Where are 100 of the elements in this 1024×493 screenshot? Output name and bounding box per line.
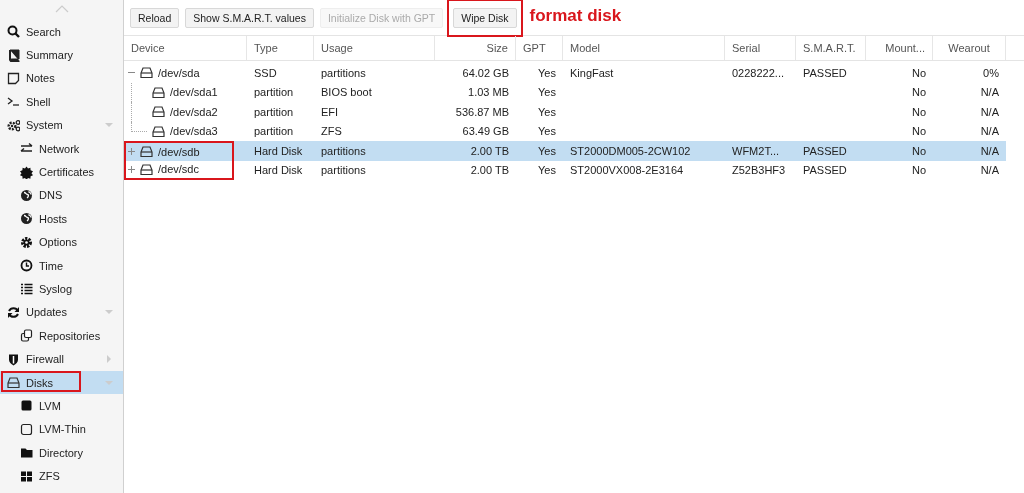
column-header[interactable]: Size <box>435 36 516 60</box>
table-cell-text: No <box>910 105 927 118</box>
nav-item[interactable]: Directory <box>0 441 123 465</box>
folder-icon <box>20 446 33 460</box>
terminal-icon <box>7 95 20 109</box>
nav-item[interactable]: LVM <box>0 394 123 418</box>
nav-item[interactable]: Summary <box>0 43 123 67</box>
table-cell-text: N/A <box>979 105 1000 118</box>
table-row[interactable]: /dev/sda SSD partitions 64.02 GB Yes KingFast 0228222... PASSED No 0% <box>124 63 1006 83</box>
table-cell-text: No <box>910 86 927 99</box>
table-cell-text: partition <box>253 125 295 138</box>
nav-item[interactable]: Hosts <box>0 207 123 231</box>
table-cell-text: ST2000DM005-2CW102 <box>569 144 692 157</box>
square-icon <box>20 399 33 413</box>
nav-item[interactable]: Firewall <box>0 347 123 371</box>
column-header[interactable]: GPT <box>516 36 563 60</box>
table-cell-text: partition <box>253 86 295 99</box>
table-cell-text: partitions <box>320 144 367 157</box>
nav-item[interactable]: Disks <box>0 370 123 395</box>
column-header[interactable]: Serial <box>725 36 796 60</box>
note-icon <box>7 71 20 85</box>
table-cell-text: Hard Disk <box>253 144 304 157</box>
drive-icon <box>7 376 20 390</box>
table-row[interactable]: /dev/sda1 partition BIOS boot 1.03 MB Yes No N/A <box>124 82 1006 102</box>
table-cell-text: Hard Disk <box>253 164 304 177</box>
table-cell-text: 64.02 GB <box>461 66 510 79</box>
scroll-up-icon <box>54 5 69 13</box>
drive-icon <box>140 66 153 80</box>
search-icon <box>7 25 20 39</box>
table-cell: /dev/sdb <box>158 145 200 158</box>
table-cell-text: 0% <box>982 66 1000 79</box>
table-row[interactable]: /dev/sdc Hard Disk partitions 2.00 TB Yes ST2000VX008-2E3164 Z52B3HF3 PASSED No N/A <box>124 160 1006 180</box>
nav-item[interactable]: Shell <box>0 90 123 114</box>
clock-icon <box>20 259 33 273</box>
table-cell-text: SSD <box>253 66 278 79</box>
column-header[interactable]: Model <box>563 36 725 60</box>
drive-icon <box>140 162 153 176</box>
table-cell-text: EFI <box>320 105 340 118</box>
drive-icon <box>152 85 165 99</box>
table-cell-text: Yes <box>537 144 557 157</box>
table-cell-text: partitions <box>320 164 367 177</box>
toolbar-button[interactable]: Wipe Disk <box>453 7 517 28</box>
nav-item[interactable]: Time <box>0 253 123 278</box>
annotation-text: format disk <box>529 5 622 26</box>
table-cell: /dev/sda2 <box>170 105 218 118</box>
nav-item[interactable]: Notes <box>0 66 123 91</box>
table-cell-text: partition <box>253 105 295 118</box>
table-cell-text: ST2000VX008-2E3164 <box>569 164 685 177</box>
table-cell-text: N/A <box>979 125 1000 138</box>
table-row[interactable]: /dev/sdb Hard Disk partitions 2.00 TB Yes ST2000DM005-2CW102 WFM2T... PASSED No N/A <box>124 141 1006 161</box>
table-cell-text: No <box>910 164 927 177</box>
nav-item[interactable]: Network <box>0 136 123 161</box>
column-header[interactable]: Usage <box>314 36 435 60</box>
table-cell-text: Yes <box>537 164 557 177</box>
table-cell-text: 2.00 TB <box>469 144 510 157</box>
nav-item[interactable]: Syslog <box>0 277 123 301</box>
table-cell-text: 1.03 MB <box>467 86 510 99</box>
table-cell-text: 536.87 MB <box>454 105 510 118</box>
table-cell-text: PASSED <box>802 66 848 79</box>
nav-item[interactable]: Repositories <box>0 324 123 348</box>
table-cell-text: N/A <box>979 164 1000 177</box>
nav-item[interactable]: Updates <box>0 300 123 325</box>
nav-item[interactable]: Certificates <box>0 160 123 184</box>
table-cell-text: Yes <box>537 86 557 99</box>
table-cell-text: No <box>910 66 927 79</box>
table-cell-text: ZFS <box>320 125 343 138</box>
table-cell-text: 63.49 GB <box>461 125 510 138</box>
table-cell-text: Yes <box>537 66 557 79</box>
table-cell-text: BIOS boot <box>320 86 373 99</box>
table-cell-text: Yes <box>537 125 557 138</box>
drive-icon <box>152 105 165 119</box>
nav-item[interactable]: Search <box>0 20 123 44</box>
toolbar-button[interactable]: Reload <box>130 7 180 28</box>
nav-item[interactable]: ZFS <box>0 464 123 488</box>
table-cell-text: PASSED <box>802 164 848 177</box>
table-cell-text: Z52B3HF3 <box>731 164 787 177</box>
badge-icon <box>20 165 33 179</box>
table-cell-text: 2.00 TB <box>469 164 510 177</box>
nav-item[interactable]: DNS <box>0 183 123 208</box>
column-header[interactable]: S.M.A.R.T. <box>796 36 866 60</box>
nav-item[interactable]: Options <box>0 230 123 254</box>
toolbar-button[interactable]: Show S.M.A.R.T. values <box>185 7 314 28</box>
column-header[interactable]: Type <box>247 36 314 60</box>
copy-icon <box>20 329 33 343</box>
table-row[interactable]: /dev/sda3 partition ZFS 63.49 GB Yes No N/A <box>124 121 1006 141</box>
list-icon <box>20 282 33 296</box>
table-row[interactable]: /dev/sda2 partition EFI 536.87 MB Yes No N/A <box>124 102 1006 122</box>
column-header[interactable]: Wearout <box>933 36 1006 60</box>
column-header[interactable]: Device <box>124 36 247 60</box>
nav-item[interactable]: System <box>0 113 123 137</box>
table-cell-text: N/A <box>979 86 1000 99</box>
table-cell: /dev/sdc <box>158 163 199 176</box>
grid-icon <box>20 469 33 483</box>
table-cell: /dev/sda1 <box>170 86 218 99</box>
book-icon <box>7 48 20 62</box>
column-header[interactable]: Mount... <box>866 36 933 60</box>
refresh-icon <box>7 305 20 319</box>
table-cell-text: WFM2T... <box>731 144 781 157</box>
globe-icon <box>20 212 33 226</box>
nav-item[interactable]: LVM-Thin <box>0 417 123 442</box>
